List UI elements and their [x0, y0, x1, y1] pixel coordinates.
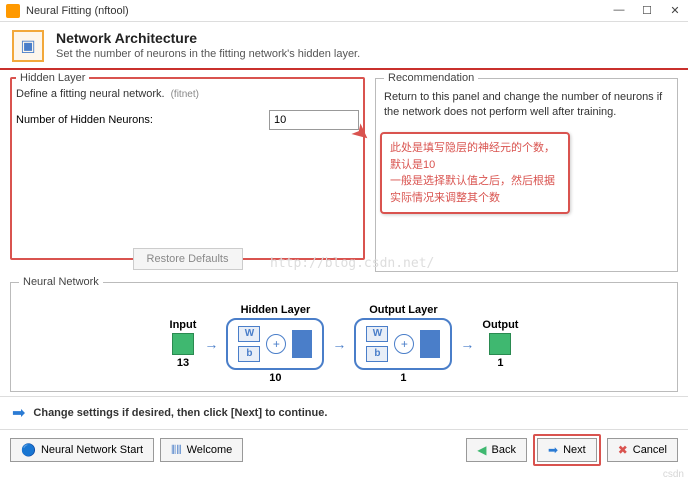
back-arrow-icon: ◀: [477, 443, 486, 457]
neural-network-legend: Neural Network: [19, 276, 103, 288]
input-label: Input: [170, 319, 197, 331]
watermark-text: http://blog.csdn.net/: [270, 256, 434, 271]
maximize-button[interactable]: ☐: [640, 4, 654, 17]
output-block-icon: [489, 333, 511, 355]
corner-watermark: csdn: [663, 469, 684, 480]
recommendation-legend: Recommendation: [384, 72, 478, 84]
hint-bar: ➡ Change settings if desired, then click…: [0, 396, 688, 430]
input-block-icon: [172, 333, 194, 355]
neurons-label: Number of Hidden Neurons:: [16, 114, 263, 126]
hidden-layer-legend: Hidden Layer: [16, 72, 89, 84]
window-title: Neural Fitting (nftool): [26, 5, 612, 17]
next-button[interactable]: ➡Next: [537, 438, 597, 462]
nnstart-button[interactable]: 🔵Neural Network Start: [10, 438, 154, 462]
recommendation-text: Return to this panel and change the numb…: [384, 90, 669, 121]
fitnet-link[interactable]: (fitnet): [171, 89, 199, 100]
sum-icon: +: [394, 334, 414, 354]
neural-network-group: Neural Network Input 13 → Hidden Layer W…: [10, 276, 678, 392]
hidden-count: 10: [269, 372, 281, 384]
output-count: 1: [497, 357, 503, 369]
weight-icon: W: [238, 326, 260, 342]
weight-icon: W: [366, 326, 388, 342]
sum-icon: +: [266, 334, 286, 354]
bias-icon: b: [366, 346, 388, 362]
page-subtitle: Set the number of neurons in the fitting…: [56, 48, 676, 60]
hint-arrow-icon: ➡: [12, 403, 25, 423]
cancel-button[interactable]: ✖Cancel: [607, 438, 678, 462]
restore-defaults-button[interactable]: Restore Defaults: [133, 248, 243, 270]
hidden-layer-label: Hidden Layer: [241, 304, 311, 316]
activation-icon: [292, 330, 312, 358]
output-layer-count: 1: [400, 372, 406, 384]
hidden-layer-group: Hidden Layer Define a fitting neural net…: [10, 72, 365, 260]
hint-text: Change settings if desired, then click […: [33, 407, 327, 419]
architecture-icon: ▣: [12, 30, 44, 62]
minimize-button[interactable]: —: [612, 4, 626, 17]
globe-icon: 🔵: [21, 443, 36, 457]
output-label: Output: [482, 319, 518, 331]
next-arrow-icon: ➡: [548, 443, 558, 457]
bias-icon: b: [238, 346, 260, 362]
page-header: ▣ Network Architecture Set the number of…: [0, 22, 688, 70]
annotation-callout: 此处是填写隐层的神经元的个数，默认是10 一般是选择默认值之后，然后根据实际情况…: [380, 132, 570, 214]
arrow-icon: →: [204, 336, 218, 352]
titlebar: Neural Fitting (nftool) — ☐ ✕: [0, 0, 688, 22]
hidden-layer-desc: Define a fitting neural network.: [16, 88, 165, 100]
welcome-button[interactable]: ⦀⦀Welcome: [160, 438, 243, 462]
close-button[interactable]: ✕: [668, 4, 682, 17]
next-highlight: ➡Next: [533, 434, 601, 466]
page-title: Network Architecture: [56, 30, 676, 46]
input-count: 13: [177, 357, 189, 369]
footer-bar: 🔵Neural Network Start ⦀⦀Welcome ◀Back ➡N…: [0, 430, 688, 470]
welcome-icon: ⦀⦀: [171, 443, 182, 458]
neurons-input[interactable]: [269, 110, 359, 130]
output-layer-box: W b +: [354, 318, 452, 370]
back-button[interactable]: ◀Back: [466, 438, 527, 462]
arrow-icon: →: [460, 336, 474, 352]
output-layer-label: Output Layer: [369, 304, 437, 316]
activation-icon: [420, 330, 440, 358]
arrow-icon: →: [332, 336, 346, 352]
hidden-layer-box: W b +: [226, 318, 324, 370]
window-controls: — ☐ ✕: [612, 4, 682, 17]
cancel-icon: ✖: [618, 443, 628, 457]
app-logo-icon: [6, 4, 20, 18]
network-diagram: Input 13 → Hidden Layer W b + 10 → Outpu…: [19, 294, 669, 384]
